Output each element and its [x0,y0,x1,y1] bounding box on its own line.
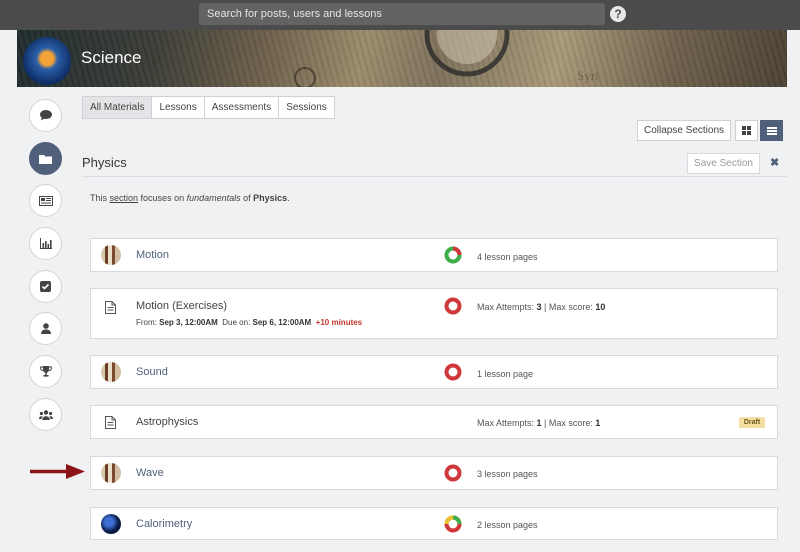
top-bar: Search for posts, users and lessons ? [0,0,800,30]
lesson-thumbnail [101,514,121,534]
grid-view-button[interactable] [735,120,758,141]
lesson-thumbnail [101,463,121,483]
progress-ring-icon [444,464,462,482]
lesson-page-count: 3 lesson pages [477,469,538,479]
assessment-schedule: From: Sep 3, 12:00AM Due on: Sep 6, 12:0… [136,318,363,327]
collapse-sections-button[interactable]: Collapse Sections [637,120,731,141]
close-section-icon[interactable]: ✖ [770,156,779,169]
section-link[interactable]: section [110,193,139,203]
list-view-button[interactable] [760,120,783,141]
progress-ring-icon [444,246,462,264]
material-item-wave[interactable]: Wave 3 lesson pages [90,456,778,490]
trophy-icon [39,366,52,377]
search-input[interactable]: Search for posts, users and lessons [199,3,605,25]
material-tabs: All Materials Lessons Assessments Sessio… [82,96,335,119]
nav-materials-button[interactable] [29,142,62,175]
progress-ring-icon [444,297,462,315]
material-title[interactable]: Sound [136,366,168,378]
material-item-calorimetry[interactable]: Calorimetry 2 lesson pages [90,507,778,540]
assessment-limits: Max Attempts: 3 | Max score: 10 [477,302,606,312]
tab-sessions[interactable]: Sessions [279,97,334,118]
nav-profile-button[interactable] [29,312,62,345]
late-indicator: +10 minutes [315,318,363,327]
pointer-arrow-icon [30,464,85,479]
help-icon[interactable]: ? [610,6,626,22]
svg-text:Syri: Syri [577,68,599,83]
lesson-page-count: 1 lesson page [477,369,534,379]
progress-ring-icon [444,515,462,533]
section-title: Physics [82,155,127,170]
material-title[interactable]: Astrophysics [136,416,198,428]
assessment-limits: Max Attempts: 1 | Max score: 1 [477,418,601,428]
tab-assessments[interactable]: Assessments [205,97,280,118]
course-title: Science [81,48,142,67]
material-title[interactable]: Calorimetry [136,518,192,530]
user-icon [40,323,51,334]
course-logo [23,37,71,85]
lesson-thumbnail [101,245,121,265]
draft-badge: Draft [739,417,765,428]
nav-groups-button[interactable] [29,398,62,431]
material-item-motion-exercises[interactable]: Motion (Exercises) From: Sep 3, 12:00AM … [90,288,778,339]
nav-leaderboard-button[interactable] [29,355,62,388]
material-item-astrophysics[interactable]: Astrophysics Max Attempts: 1 | Max score… [90,405,778,439]
comment-icon [39,110,52,121]
folder-icon [39,154,52,164]
tab-lessons[interactable]: Lessons [152,97,205,118]
material-item-motion[interactable]: Motion 4 lesson pages [90,238,778,272]
checkbox-icon [40,281,51,292]
nav-comment-button[interactable] [29,99,62,132]
progress-ring-icon [444,363,462,381]
users-icon [38,409,53,420]
document-icon [105,416,116,429]
nav-assessments-button[interactable] [29,270,62,303]
material-title[interactable]: Motion (Exercises) [136,300,227,312]
section-description: This section focuses on fundamentals of … [90,193,290,203]
material-title[interactable]: Wave [136,467,164,479]
list-icon [766,126,777,135]
lesson-thumbnail [101,362,121,382]
tab-all-materials[interactable]: All Materials [83,97,153,118]
newspaper-icon [38,195,53,206]
material-title[interactable]: Motion [136,249,169,261]
document-icon [105,301,116,314]
course-banner: Grie Syri Science [17,30,787,87]
section-divider [82,176,787,177]
save-section-button[interactable]: Save Section [687,153,760,174]
grid-icon [742,126,751,135]
bar-chart-icon [39,238,52,249]
lesson-page-count: 4 lesson pages [477,252,538,262]
material-item-sound[interactable]: Sound 1 lesson page [90,355,778,389]
nav-announcements-button[interactable] [29,184,62,217]
lesson-page-count: 2 lesson pages [477,520,538,530]
nav-statistics-button[interactable] [29,227,62,260]
